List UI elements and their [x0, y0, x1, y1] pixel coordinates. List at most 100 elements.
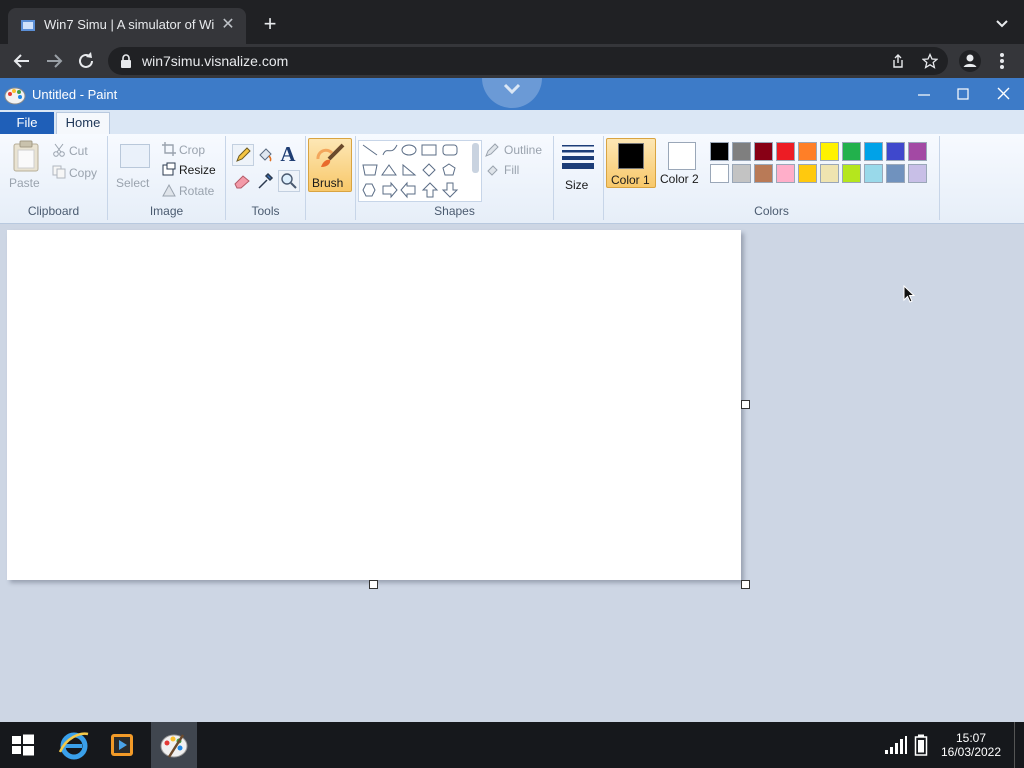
palette-swatch[interactable]: [886, 142, 905, 161]
start-windows-icon[interactable]: [0, 722, 46, 768]
maximize-button[interactable]: [946, 82, 980, 106]
paint-taskbar-item[interactable]: [151, 722, 197, 768]
battery-icon[interactable]: [914, 734, 928, 756]
color-palette: [710, 142, 932, 186]
fill-bucket-icon[interactable]: [254, 144, 276, 166]
resize-label: Resize: [179, 163, 216, 177]
simulator-dropdown-toggle[interactable]: [482, 78, 542, 108]
paint-palette-icon: [4, 87, 26, 105]
minimize-button[interactable]: [906, 82, 940, 106]
paintbrush-icon: [316, 143, 345, 167]
rotate-icon: [162, 183, 176, 197]
crop-label: Crop: [179, 143, 206, 157]
palette-swatch[interactable]: [908, 142, 927, 161]
brush-button[interactable]: Brush: [308, 138, 352, 192]
bookmark-star-icon[interactable]: [922, 53, 938, 69]
shapes-scrollbar[interactable]: [472, 143, 479, 173]
tab-close-icon[interactable]: ✕: [218, 15, 238, 35]
palette-swatch[interactable]: [820, 164, 839, 183]
palette-swatch[interactable]: [798, 164, 817, 183]
palette-swatch[interactable]: [710, 164, 729, 183]
size-group: Size: [554, 136, 604, 220]
crop-button[interactable]: Crop: [160, 141, 220, 159]
color-picker-icon[interactable]: [254, 170, 276, 192]
palette-swatch[interactable]: [710, 142, 729, 161]
resize-handle-bottom[interactable]: [369, 580, 378, 589]
back-arrow-icon[interactable]: [10, 49, 34, 73]
colors-group-label: Colors: [754, 204, 789, 218]
outline-pen-icon: [485, 143, 499, 157]
text-tool-icon[interactable]: A: [278, 142, 298, 166]
tools-group: A Tools: [226, 136, 306, 220]
network-signal-icon[interactable]: [884, 735, 908, 755]
palette-swatch[interactable]: [732, 142, 751, 161]
resize-button[interactable]: Resize: [160, 161, 224, 179]
palette-swatch[interactable]: [776, 142, 795, 161]
color1-button[interactable]: Color 1: [606, 138, 656, 188]
browser-menu-kebab-icon[interactable]: [992, 49, 1012, 73]
profile-avatar-icon[interactable]: [958, 49, 982, 73]
paint-taskbar-icon: [160, 734, 188, 758]
copy-button[interactable]: Copy: [50, 164, 102, 182]
shape-gallery-icons: [362, 144, 459, 199]
palette-swatch[interactable]: [820, 142, 839, 161]
crop-icon: [162, 142, 176, 156]
image-group-label: Image: [149, 204, 184, 218]
paste-button[interactable]: Paste: [4, 138, 46, 194]
drawing-canvas[interactable]: [7, 230, 741, 580]
palette-swatch[interactable]: [842, 142, 861, 161]
select-button[interactable]: Select: [112, 138, 158, 194]
pencil-icon[interactable]: [232, 144, 254, 166]
home-ribbon: Paste Cut Copy Clipboard Select Crop Res…: [0, 134, 1024, 224]
close-window-button[interactable]: [986, 82, 1020, 106]
paint-window: Untitled - Paint File Home Paste Cut Cop…: [0, 78, 1024, 722]
palette-swatch[interactable]: [886, 164, 905, 183]
show-desktop-button[interactable]: [1014, 722, 1024, 768]
colors-group: Color 1 Color 2 Colors: [604, 136, 940, 220]
address-bar[interactable]: win7simu.visnalize.com: [108, 47, 948, 75]
palette-swatch[interactable]: [732, 164, 751, 183]
system-clock[interactable]: 15:07 16/03/2022: [936, 731, 1006, 759]
new-tab-button[interactable]: +: [258, 13, 282, 37]
clipboard-group-label: Clipboard: [27, 204, 80, 218]
paint-favicon-icon: [21, 20, 35, 31]
palette-swatch[interactable]: [798, 142, 817, 161]
file-menu-tab[interactable]: File: [0, 112, 54, 134]
palette-swatch[interactable]: [908, 164, 927, 183]
paint-title-bar[interactable]: Untitled - Paint: [0, 78, 1024, 110]
cut-button[interactable]: Cut: [50, 142, 100, 160]
share-icon[interactable]: [890, 53, 906, 69]
palette-swatch[interactable]: [864, 142, 883, 161]
rotate-label: Rotate: [179, 184, 215, 198]
browser-tab-title: Win7 Simu | A simulator of Windows 7: [44, 17, 214, 32]
brushes-group: Brush: [306, 136, 356, 220]
magnifier-icon[interactable]: [278, 170, 300, 192]
home-ribbon-tab[interactable]: Home: [56, 112, 110, 134]
window-title: Untitled - Paint: [32, 87, 118, 102]
rotate-button[interactable]: Rotate: [160, 182, 224, 200]
palette-swatch[interactable]: [842, 164, 861, 183]
media-player-icon[interactable]: [99, 722, 145, 768]
tab-search-chevron-icon[interactable]: [992, 14, 1012, 34]
palette-swatch[interactable]: [754, 142, 773, 161]
resize-icon: [162, 162, 176, 176]
forward-arrow-icon[interactable]: [42, 49, 66, 73]
reload-icon[interactable]: [74, 49, 98, 73]
resize-handle-corner[interactable]: [741, 580, 750, 589]
shapes-group-label: Shapes: [434, 204, 475, 218]
palette-swatch[interactable]: [776, 164, 795, 183]
canvas-workspace[interactable]: [0, 224, 1024, 722]
size-button[interactable]: Size: [556, 138, 600, 192]
internet-explorer-icon[interactable]: [50, 722, 96, 768]
browser-tab[interactable]: Win7 Simu | A simulator of Windows 7 ✕: [8, 8, 246, 44]
shape-fill-icon: [487, 165, 498, 176]
fill-label: Fill: [504, 163, 520, 177]
palette-swatch[interactable]: [864, 164, 883, 183]
palette-swatch[interactable]: [754, 164, 773, 183]
fill-button[interactable]: Fill: [484, 161, 534, 179]
resize-handle-right[interactable]: [741, 400, 750, 409]
color2-button[interactable]: Color 2: [658, 138, 708, 188]
shapes-gallery[interactable]: [358, 140, 482, 202]
outline-button[interactable]: Outline: [484, 141, 550, 159]
eraser-icon[interactable]: [232, 170, 254, 192]
